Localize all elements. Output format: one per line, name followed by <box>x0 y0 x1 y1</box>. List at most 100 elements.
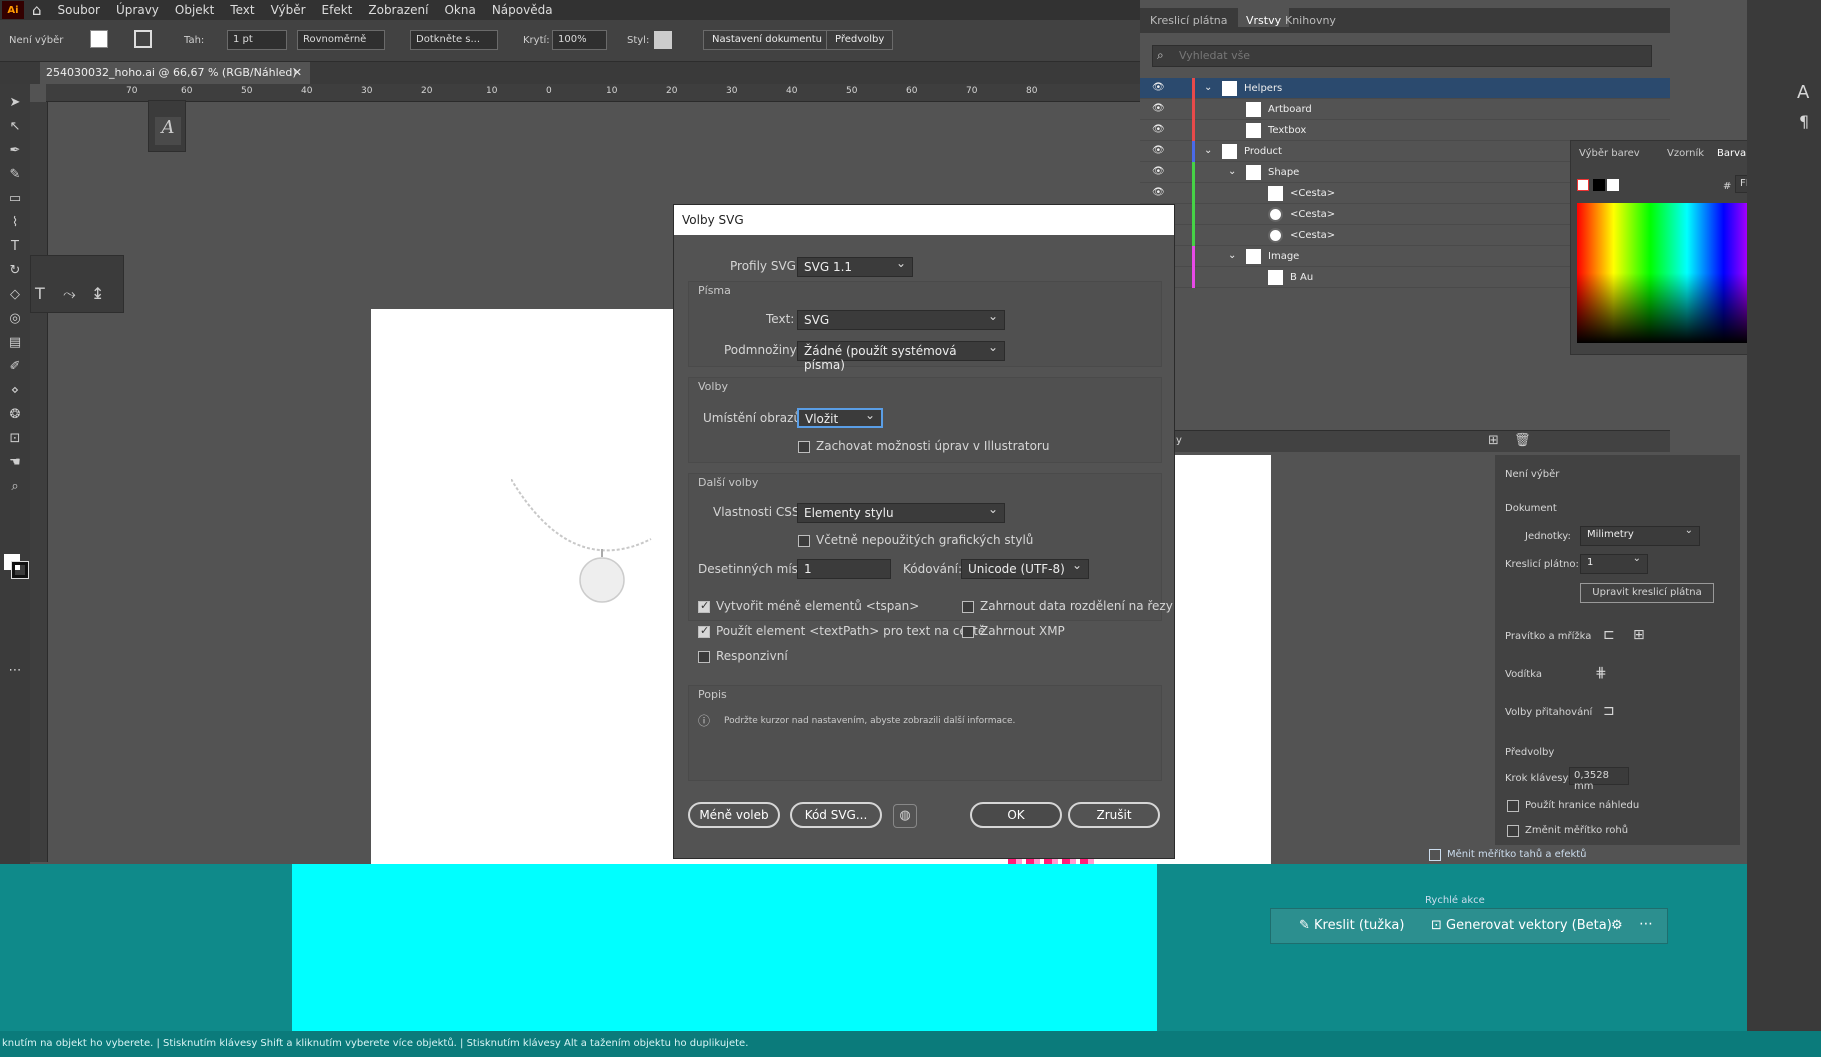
guides-icon[interactable]: ⋕ <box>1595 665 1607 681</box>
responsive-checkbox[interactable] <box>698 651 710 663</box>
menu-soubor[interactable]: Soubor <box>50 3 108 17</box>
document-tab[interactable]: 254030032_hoho.ai @ 66,67 % (RGB/Náhled)… <box>40 62 310 84</box>
layer-name[interactable]: Artboard <box>1268 104 1312 115</box>
include-xmp-checkbox[interactable] <box>962 626 974 638</box>
menu-zobrazeni[interactable]: Zobrazení <box>360 3 436 17</box>
eraser-tool-icon[interactable]: ◇ <box>6 288 24 302</box>
stroke-weight-field[interactable]: 1 pt <box>227 30 287 50</box>
hand-tool-icon[interactable]: ☚ <box>6 456 24 470</box>
new-layer-icon[interactable]: ⊞ <box>1488 433 1499 448</box>
scale-corners-checkbox[interactable] <box>1507 825 1519 837</box>
direct-selection-tool-icon[interactable]: ↖ <box>6 120 24 134</box>
menu-okna[interactable]: Okna <box>436 3 483 17</box>
pen-tool-icon[interactable]: ✒ <box>6 144 24 158</box>
generate-vectors-button[interactable]: ⊡ Generovat vektory (Beta) <box>1431 918 1612 933</box>
key-increment-input[interactable]: 0,3528 mm <box>1569 767 1629 792</box>
include-slicing-checkbox[interactable] <box>962 601 974 613</box>
opacity-field[interactable]: 100% <box>552 30 607 50</box>
shape-builder-tool-icon[interactable]: ◎ <box>6 312 24 326</box>
scale-strokes-row[interactable]: Měnit měřítko tahů a efektů <box>1425 847 1665 865</box>
layer-row[interactable]: 👁 ⌄ Helpers <box>1140 78 1670 99</box>
svg-profile-select[interactable]: SVG 1.1 <box>797 256 913 277</box>
layer-name[interactable]: <Cesta> <box>1290 188 1335 199</box>
tab-layers[interactable]: Vrstvy <box>1238 8 1290 27</box>
layer-name[interactable]: Image <box>1268 251 1299 262</box>
subset-select[interactable]: Žádné (použít systémová písma) <box>797 340 1005 372</box>
layer-name[interactable]: Helpers <box>1244 83 1282 94</box>
edit-artboards-button[interactable]: Upravit kreslicí plátna <box>1580 583 1714 603</box>
home-icon[interactable]: ⌂ <box>24 1 50 19</box>
type-tool-icon[interactable]: T <box>6 240 24 254</box>
curvature-tool-icon[interactable]: ✎ <box>6 168 24 182</box>
rectangle-tool-icon[interactable]: ▭ <box>6 192 24 206</box>
eye-icon[interactable]: 👁 <box>1152 82 1165 93</box>
blend-tool-icon[interactable]: ⋄ <box>6 384 24 398</box>
cancel-button[interactable]: Zrušit <box>1068 802 1160 828</box>
preferences-button[interactable]: Předvolby <box>826 30 894 50</box>
menu-efekt[interactable]: Efekt <box>314 3 361 17</box>
layer-name[interactable]: B Au <box>1290 272 1313 283</box>
eye-icon[interactable]: 👁 <box>1152 187 1165 198</box>
decimals-input[interactable]: 1 <box>797 559 891 579</box>
tab-artboards[interactable]: Kreslicí plátna <box>1150 14 1228 27</box>
fill-swatch[interactable] <box>90 30 108 48</box>
document-setup-button[interactable]: Nastavení dokumentu <box>703 30 832 50</box>
character-icon[interactable]: A <box>1797 82 1809 103</box>
tab-libraries[interactable]: Knihovny <box>1285 14 1336 27</box>
draw-pencil-button[interactable]: ✎ Kreslit (tužka) <box>1299 918 1404 933</box>
menu-objekt[interactable]: Objekt <box>167 3 222 17</box>
menu-napoveda[interactable]: Nápověda <box>484 3 561 17</box>
grid-icon[interactable]: ⊞ <box>1633 627 1645 643</box>
menu-text[interactable]: Text <box>222 3 262 17</box>
layer-name[interactable]: Textbox <box>1268 125 1306 136</box>
paragraph-icon[interactable]: ¶ <box>1799 112 1809 131</box>
stroke-profile-select[interactable]: Rovnoměrně <box>297 30 385 50</box>
type-tool-icon[interactable]: T <box>35 284 45 303</box>
layer-row[interactable]: 👁 Textbox <box>1140 120 1670 141</box>
layer-name[interactable]: Product <box>1244 146 1282 157</box>
white-swatch[interactable] <box>1607 179 1619 191</box>
fewer-tspan-checkbox[interactable] <box>698 599 710 613</box>
web-preview-icon[interactable]: ◍ <box>893 804 917 828</box>
layer-name[interactable]: <Cesta> <box>1290 230 1335 241</box>
units-select[interactable]: Milimetry <box>1580 525 1700 546</box>
layer-name[interactable]: <Cesta> <box>1290 209 1335 220</box>
use-preview-bounds-checkbox[interactable] <box>1507 800 1519 812</box>
brush-select[interactable]: Dotkněte s... <box>410 30 498 50</box>
close-icon[interactable]: ✕ <box>293 66 302 79</box>
eyedropper-tool-icon[interactable]: ✐ <box>6 360 24 374</box>
symbol-sprayer-tool-icon[interactable]: ❂ <box>6 408 24 422</box>
chevron-down-icon[interactable]: ⌄ <box>1228 166 1236 177</box>
settings-icon[interactable]: ⚙ <box>1611 918 1623 933</box>
menu-upravy[interactable]: Úpravy <box>108 3 167 17</box>
menu-vyber[interactable]: Výběr <box>263 3 314 17</box>
chevron-down-icon[interactable]: ⌄ <box>1204 145 1212 156</box>
tab-swatches[interactable]: Vzorník <box>1667 148 1704 159</box>
stroke-color-icon[interactable] <box>11 561 29 579</box>
scale-strokes-checkbox[interactable] <box>1429 849 1441 861</box>
ok-button[interactable]: OK <box>970 802 1062 828</box>
textpath-checkbox[interactable] <box>698 624 710 638</box>
style-swatch[interactable] <box>654 31 672 49</box>
type-glyph-icon[interactable]: A <box>155 117 181 145</box>
chevron-down-icon[interactable]: ⌄ <box>1228 250 1236 261</box>
delete-icon[interactable]: 🗑 <box>1514 433 1531 448</box>
more-icon[interactable]: ⋯ <box>1639 916 1653 932</box>
black-swatch[interactable] <box>1593 179 1605 191</box>
type-on-path-icon[interactable]: ⤳ <box>63 284 76 304</box>
selection-tool-icon[interactable]: ➤ <box>6 96 24 110</box>
gradient-tool-icon[interactable]: ▤ <box>6 336 24 350</box>
include-unused-checkbox[interactable] <box>798 535 810 547</box>
more-tools-icon[interactable]: ⋯ <box>6 664 24 678</box>
svg-code-button[interactable]: Kód SVG... <box>790 802 882 828</box>
image-location-select[interactable]: Vložit <box>797 408 883 428</box>
eye-icon[interactable]: 👁 <box>1152 103 1165 114</box>
stroke-swatch[interactable] <box>134 30 152 48</box>
eye-icon[interactable]: 👁 <box>1152 145 1165 156</box>
eye-icon[interactable]: 👁 <box>1152 166 1165 177</box>
tab-color-guide[interactable]: Výběr barev <box>1579 148 1640 159</box>
chevron-down-icon[interactable]: ⌄ <box>1204 82 1212 93</box>
paintbrush-tool-icon[interactable]: ⌇ <box>6 216 24 230</box>
preserve-editing-checkbox[interactable] <box>798 441 810 453</box>
tab-color[interactable]: Barva <box>1717 148 1746 159</box>
